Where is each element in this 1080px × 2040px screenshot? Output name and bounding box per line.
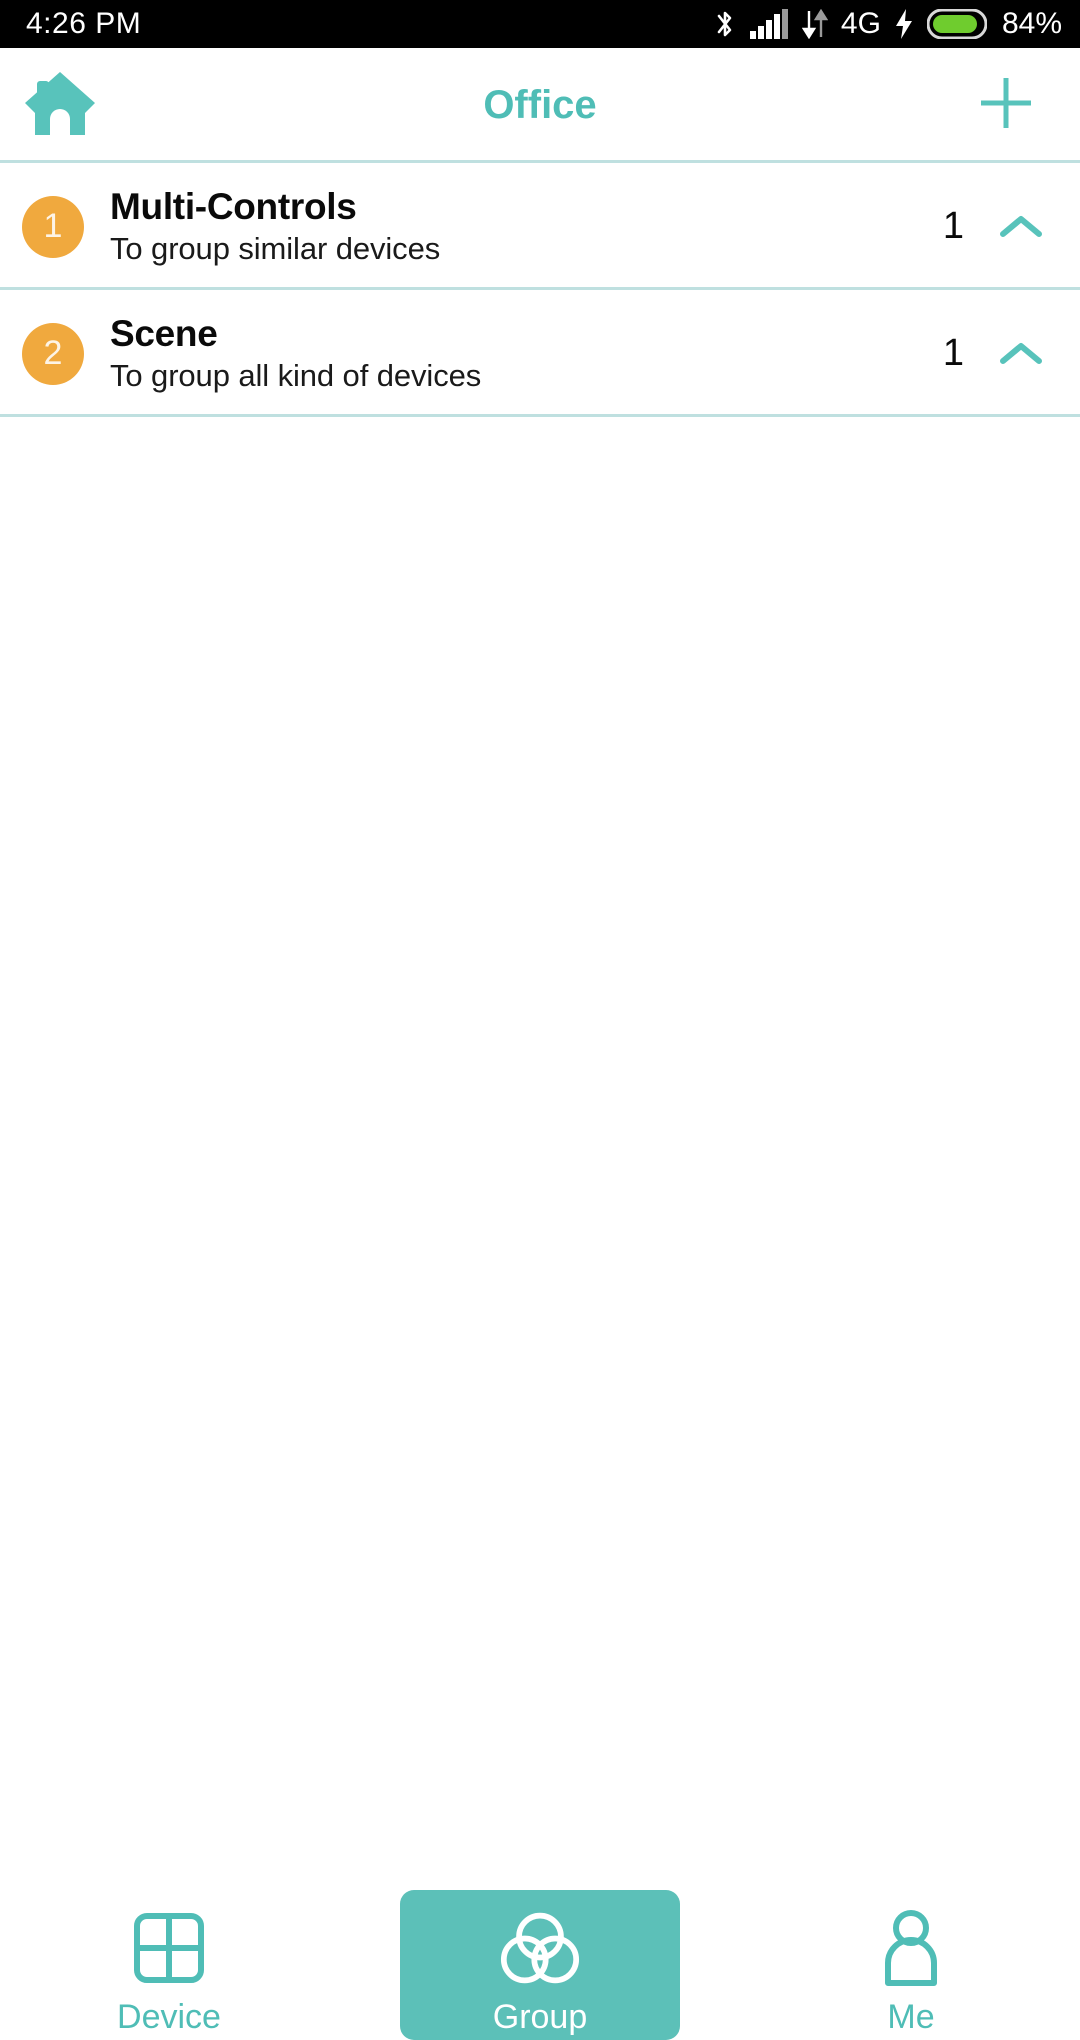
status-indicators: 4G 84% xyxy=(714,7,1062,41)
app-screen: 4:26 PM 4G 84% Office 1 Multi-Controls T… xyxy=(0,0,1080,2040)
bottom-navigation: Device Group Me xyxy=(0,1890,1080,2040)
charging-bolt-icon xyxy=(894,9,914,39)
signal-icon xyxy=(749,9,789,39)
add-button[interactable] xyxy=(966,66,1046,146)
network-type-label: 4G xyxy=(840,7,881,40)
list-item[interactable]: 2 Scene To group all kind of devices 1 xyxy=(0,290,1080,417)
list-item[interactable]: 1 Multi-Controls To group similar device… xyxy=(0,163,1080,290)
nav-label-me: Me xyxy=(887,1998,935,2036)
nav-tab-me[interactable]: Me xyxy=(742,1890,1080,2040)
app-header: Office xyxy=(0,48,1080,163)
nav-label-group: Group xyxy=(492,1998,588,2036)
row-index-badge: 2 xyxy=(22,322,84,385)
row-subtitle: To group similar devices xyxy=(110,231,441,266)
bluetooth-icon xyxy=(714,8,736,40)
plus-icon xyxy=(975,72,1037,139)
grid-icon xyxy=(129,1908,209,1988)
empty-content-area xyxy=(0,417,1080,1890)
home-button[interactable] xyxy=(22,68,98,144)
row-trailing: 1 xyxy=(943,331,1044,377)
data-transfer-icon xyxy=(801,9,828,39)
row-title: Multi-Controls xyxy=(110,186,357,227)
home-icon xyxy=(22,67,98,144)
row-count: 1 xyxy=(942,332,964,374)
nav-tab-device[interactable]: Device xyxy=(0,1890,338,2040)
row-index-badge: 1 xyxy=(22,195,84,258)
chevron-up-icon[interactable] xyxy=(998,204,1044,250)
row-count: 1 xyxy=(942,205,964,247)
nav-label-device: Device xyxy=(117,1998,221,2036)
group-list: 1 Multi-Controls To group similar device… xyxy=(0,163,1080,417)
row-subtitle: To group all kind of devices xyxy=(110,358,482,393)
row-text-block: Scene To group all kind of devices xyxy=(110,313,481,394)
row-title: Scene xyxy=(110,313,218,354)
person-icon xyxy=(871,1908,951,1988)
status-bar: 4:26 PM 4G 84% xyxy=(0,0,1080,48)
battery-icon xyxy=(926,9,987,39)
page-title: Office xyxy=(483,83,597,127)
chevron-up-icon[interactable] xyxy=(998,331,1044,377)
status-time: 4:26 PM xyxy=(26,7,142,40)
row-text-block: Multi-Controls To group similar devices xyxy=(110,186,440,267)
battery-percent-label: 84% xyxy=(1001,7,1062,40)
venn-circles-icon xyxy=(500,1908,580,1988)
nav-tab-group[interactable]: Group xyxy=(400,1890,680,2040)
row-trailing: 1 xyxy=(943,204,1044,250)
